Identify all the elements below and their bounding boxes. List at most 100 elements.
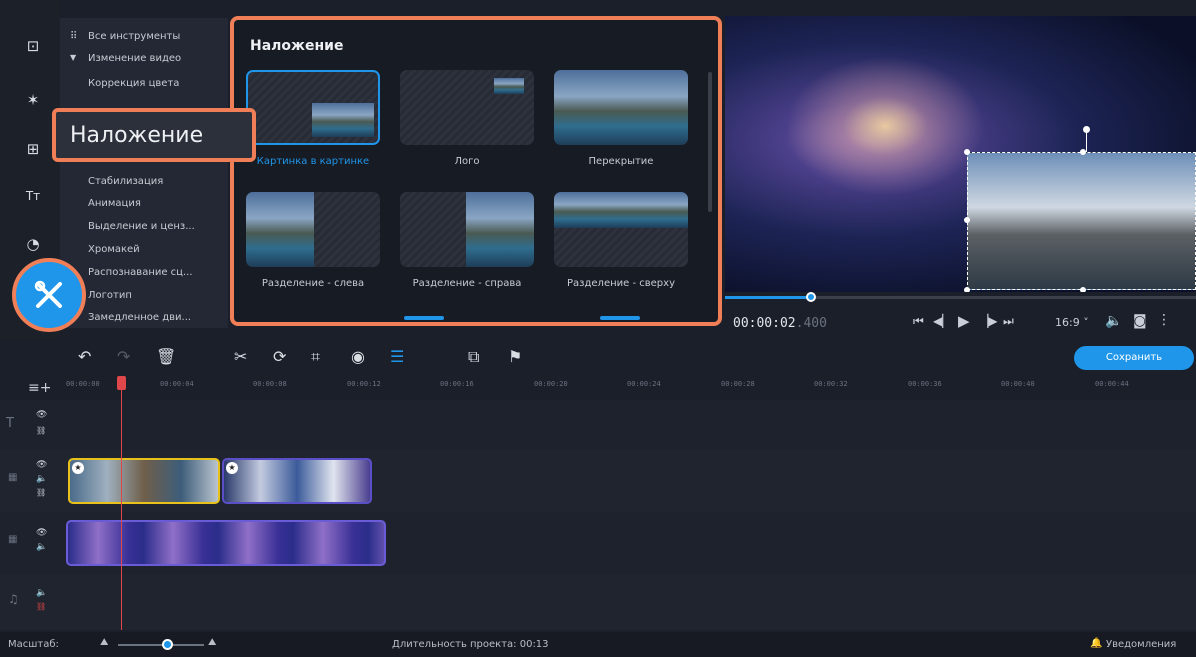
step-back-icon[interactable]: ◀▏: [933, 314, 951, 328]
thumb-split-right[interactable]: [400, 192, 534, 267]
timecode-main: 00:00:02: [733, 316, 796, 331]
label-overlap: Перекрытие: [588, 156, 654, 167]
visibility-icon[interactable]: 👁: [36, 460, 47, 470]
tool-video-edit[interactable]: Изменение видео: [88, 53, 181, 64]
progress-fill: [725, 296, 811, 299]
tick-label: 00:00:40: [1001, 380, 1035, 388]
overlay-clip-abstract[interactable]: ★: [222, 458, 372, 504]
zoom-knob[interactable]: [162, 639, 173, 650]
overlay-panel: Наложение Картинка в картинке Лого Перек…: [230, 16, 722, 326]
tool-slow-motion[interactable]: Замедленное дви...: [88, 312, 191, 323]
text-track[interactable]: T 👁 ⛓: [0, 400, 1196, 450]
thumb-overlap[interactable]: [554, 70, 688, 145]
more-icon[interactable]: ⋮: [1157, 312, 1171, 328]
overlay-tool-icon[interactable]: ⧉: [468, 347, 479, 367]
timecode: 00:00:02.400: [733, 316, 827, 331]
tool-logo[interactable]: Логотип: [88, 290, 132, 301]
overlay-clip-mountains[interactable]: ★: [68, 458, 220, 504]
import-icon[interactable]: ⊡: [20, 33, 46, 59]
clip-star-icon: ★: [72, 462, 84, 474]
link-icon[interactable]: ⛓: [36, 426, 46, 435]
label-picture-in-picture: Картинка в картинке: [256, 156, 370, 167]
thumb-logo[interactable]: [400, 70, 534, 145]
volume-icon[interactable]: 🔈: [1105, 313, 1122, 329]
thumb-split-top[interactable]: [554, 192, 688, 267]
zoom-out-icon[interactable]: ⛰: [100, 637, 108, 648]
video-track-icon: ▦: [8, 534, 18, 545]
play-icon[interactable]: ▶: [958, 312, 970, 330]
properties-icon[interactable]: ☰: [390, 347, 404, 366]
tools-button[interactable]: [12, 258, 86, 332]
music-track-icon: ♫: [8, 592, 19, 606]
tool-all[interactable]: Все инструменты: [88, 31, 180, 42]
main-video-track[interactable]: ▦ 👁 🔈: [0, 512, 1196, 574]
tool-chroma-key[interactable]: Хромакей: [88, 244, 140, 255]
color-icon[interactable]: ◉: [351, 347, 365, 366]
tick-label: 00:00:32: [814, 380, 848, 388]
transitions-icon[interactable]: ⊞: [20, 136, 46, 162]
main-clip-galaxy[interactable]: [66, 520, 386, 566]
tick-label: 00:00:36: [908, 380, 942, 388]
mute-icon[interactable]: 🔈: [36, 588, 47, 598]
cut-icon[interactable]: ✂: [234, 347, 247, 366]
skip-start-icon[interactable]: ⏮: [913, 314, 924, 329]
effects-icon[interactable]: ✶: [20, 87, 46, 113]
tick-label: 00:00:16: [440, 380, 474, 388]
audio-track[interactable]: ♫ 🔈 ⛓: [0, 574, 1196, 630]
undo-icon[interactable]: ↶: [78, 347, 91, 366]
titles-icon[interactable]: Tт: [20, 183, 46, 209]
add-track-icon[interactable]: ≡+: [28, 380, 51, 396]
step-forward-icon[interactable]: ▕▶: [979, 314, 997, 328]
clip-star-icon: ★: [226, 462, 238, 474]
notifications-link[interactable]: Уведомления: [1106, 639, 1176, 650]
mute-icon[interactable]: 🔈: [36, 542, 47, 552]
thumb-split-left[interactable]: [246, 192, 380, 267]
pip-overlay-frame[interactable]: [964, 149, 1196, 293]
rotate-handle[interactable]: [1083, 126, 1090, 133]
save-button[interactable]: Сохранить: [1074, 346, 1194, 370]
tick-label: 00:00:04: [160, 380, 194, 388]
galaxy-glow: [785, 56, 985, 196]
tool-animation[interactable]: Анимация: [88, 198, 141, 209]
redo-icon[interactable]: ↷: [117, 347, 130, 366]
tool-scene-detection[interactable]: Распознавание сц...: [88, 267, 193, 278]
overlay-callout: Наложение: [52, 108, 256, 162]
tick-label: 00:00:44: [1095, 380, 1129, 388]
player-controls: 00:00:02.400 ⏮ ◀▏ ▶ ▕▶ ⏭ 16:9 ˅ 🔈 ◙ ⋮: [725, 292, 1196, 340]
progress-knob[interactable]: [806, 292, 816, 302]
delete-icon[interactable]: 🗑: [156, 347, 176, 366]
tool-stabilization[interactable]: Стабилизация: [88, 176, 163, 187]
status-bar: Масштаб: ⛰ ⛰ Длительность проекта: 00:13…: [0, 632, 1196, 657]
thumb-picture-in-picture[interactable]: [246, 70, 380, 145]
tick-label: 00:00:00: [66, 380, 100, 388]
timeline-ruler[interactable]: 00:00:00 00:00:04 00:00:08 00:00:12 00:0…: [60, 372, 1196, 400]
visibility-icon[interactable]: 👁: [36, 410, 47, 420]
rotate-icon[interactable]: ⟳: [273, 347, 286, 366]
overlay-video-track[interactable]: ▦ 👁 🔈 ⛓ ★ ★: [0, 450, 1196, 512]
zoom-in-icon[interactable]: ⛰: [208, 637, 216, 648]
stickers-icon[interactable]: ◔: [20, 231, 46, 257]
link-icon[interactable]: ⛓: [36, 488, 46, 497]
tick-label: 00:00:08: [253, 380, 287, 388]
label-split-right: Разделение - справа: [412, 278, 522, 289]
next-row-hint: [404, 316, 444, 320]
crop-icon[interactable]: ⌗: [311, 347, 320, 367]
panel-scrollbar[interactable]: [708, 72, 712, 212]
chevron-down-icon: ▼: [70, 53, 77, 62]
project-duration: Длительность проекта: 00:13: [392, 639, 549, 650]
playhead-line[interactable]: [121, 376, 122, 630]
video-track-icon: ▦: [8, 472, 18, 483]
tool-color-correction[interactable]: Коррекция цвета: [88, 78, 179, 89]
tool-highlight-censor[interactable]: Выделение и ценз...: [88, 221, 195, 232]
snapshot-icon[interactable]: ◙: [1133, 313, 1147, 329]
aspect-ratio-select[interactable]: 16:9 ˅: [1055, 316, 1089, 329]
mute-icon[interactable]: 🔈: [36, 474, 47, 484]
link-icon[interactable]: ⛓: [36, 602, 46, 611]
visibility-icon[interactable]: 👁: [36, 528, 47, 538]
tick-label: 00:00:20: [534, 380, 568, 388]
marker-icon[interactable]: ⚑: [508, 347, 522, 366]
zoom-slider[interactable]: [118, 644, 204, 646]
tick-label: 00:00:24: [627, 380, 661, 388]
skip-end-icon[interactable]: ⏭: [1003, 314, 1014, 329]
label-logo: Лого: [454, 156, 480, 167]
